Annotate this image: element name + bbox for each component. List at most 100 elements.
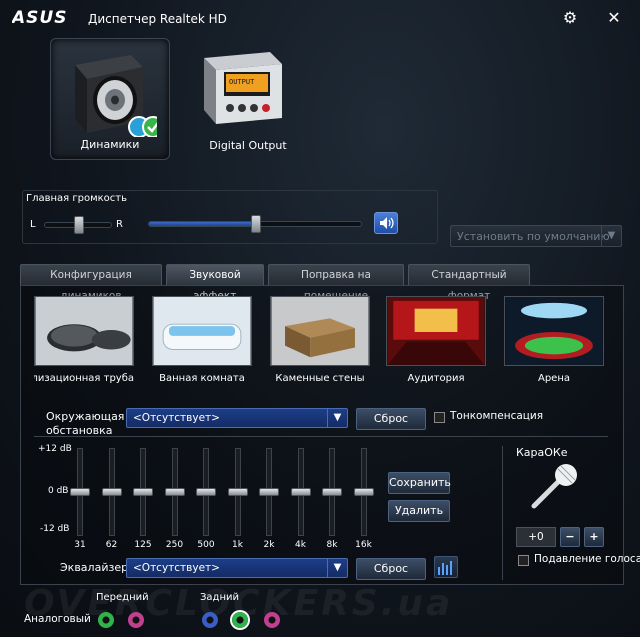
mute-button[interactable]	[374, 212, 398, 234]
volume-fill	[149, 222, 256, 226]
eq-band-label: 31	[74, 540, 86, 550]
equalizer-preset-value: <Отсутствует>	[133, 562, 220, 574]
analog-label: Аналоговый	[24, 613, 91, 625]
digital-output-icon: OUTPUT	[204, 52, 282, 124]
balance-right-label: R	[116, 219, 123, 230]
eq-band-label: 16k	[355, 540, 372, 550]
stone-walls-icon	[270, 296, 370, 366]
master-volume-thumb[interactable]	[251, 215, 261, 233]
arena-icon	[504, 296, 604, 366]
chevron-down-icon: ▼	[327, 409, 347, 427]
balance-left-label: L	[30, 219, 36, 230]
set-default-label: Установить по умолчанию	[457, 230, 610, 243]
effect-sewer-pipe[interactable]: Канализационная труба	[34, 296, 134, 390]
front-label: Передний	[96, 592, 149, 603]
device-speakers[interactable]: Динамики	[50, 38, 170, 160]
eq-band-label: 250	[165, 540, 184, 550]
rear-blue-jack-icon[interactable]	[202, 612, 218, 628]
eq-band-label: 62	[105, 540, 118, 550]
voice-cancel-checkbox[interactable]	[518, 555, 529, 566]
eq-band-thumb[interactable]	[196, 488, 216, 496]
db-top-label: +12 dB	[38, 444, 72, 454]
divider	[34, 436, 608, 437]
effect-label: Аудитория	[407, 373, 465, 384]
device-label: Динамики	[80, 138, 140, 151]
eq-band-thumb[interactable]	[227, 488, 248, 496]
equalizer-bars-icon	[438, 561, 452, 575]
rear-label: Задний	[200, 592, 239, 603]
chevron-down-icon: ▼	[601, 226, 621, 246]
close-icon[interactable]: ✕	[604, 8, 624, 28]
karaoke-value[interactable]: +0	[516, 527, 556, 547]
voice-cancel-label: Подавление голоса	[534, 553, 640, 565]
eq-band-thumb[interactable]	[290, 488, 311, 496]
effect-bathroom[interactable]: Ванная комната	[152, 296, 252, 390]
effect-stone-walls[interactable]: Каменные стены	[270, 296, 370, 390]
eq-band-thumb[interactable]	[164, 488, 185, 496]
rear-green-jack-icon[interactable]	[232, 612, 248, 628]
eq-band-thumb[interactable]	[353, 488, 374, 496]
sewer-pipe-icon	[34, 296, 134, 366]
volume-title: Главная громкость	[26, 193, 128, 204]
settings-gear-icon[interactable]: ⚙	[560, 8, 580, 28]
loudness-checkbox[interactable]	[434, 412, 445, 423]
eq-band-label: 500	[197, 540, 215, 550]
effect-label: Ванная комната	[159, 373, 245, 384]
tab-room-correction[interactable]: Поправка на помещение	[268, 264, 404, 302]
eq-band-label: 1k	[232, 540, 243, 550]
tab-speaker-config[interactable]: Конфигурация динамиков	[20, 264, 162, 302]
app-title: Диспетчер Realtek HD	[88, 12, 227, 26]
eq-band-thumb[interactable]	[101, 488, 122, 496]
tab-default-format[interactable]: Стандартный формат	[408, 264, 530, 302]
tab-sound-effects[interactable]: Звуковой эффект	[166, 264, 264, 302]
bathtub-icon	[152, 296, 252, 366]
environment-value: <Отсутствует>	[133, 412, 220, 424]
front-pink-jack-icon[interactable]	[128, 612, 144, 628]
loudness-label: Тонкомпенсация	[450, 410, 544, 422]
karaoke-plus-button[interactable]: +	[584, 527, 604, 547]
effect-auditorium[interactable]: Аудитория	[386, 296, 486, 390]
auditorium-icon	[386, 296, 486, 366]
graphic-eq-button[interactable]	[434, 556, 458, 578]
environment-label: Окружающая	[46, 410, 125, 423]
karaoke-title: КараОКе	[516, 446, 568, 459]
set-default-button[interactable]: Установить по умолчанию ▼	[450, 225, 622, 247]
svg-text:ASUS: ASUS	[12, 9, 67, 25]
eq-band-label: 2k	[263, 540, 275, 550]
balance-slider[interactable]	[44, 216, 112, 234]
karaoke-divider	[502, 446, 503, 580]
environment-reset-button[interactable]: Сброс	[356, 408, 426, 430]
equalizer-preset-select[interactable]: <Отсутствует> ▼	[126, 558, 348, 578]
effect-label: Каменные стены	[275, 373, 365, 384]
microphone-icon	[531, 464, 577, 509]
db-mid-label: 0 dB	[48, 486, 69, 496]
device-label: Digital Output	[209, 139, 287, 152]
eq-band-thumb[interactable]	[70, 488, 90, 496]
eq-band-thumb[interactable]	[322, 488, 342, 496]
chevron-down-icon: ▼	[327, 559, 347, 577]
eq-delete-button[interactable]: Удалить	[388, 500, 450, 522]
eq-save-button[interactable]: Сохранить	[388, 472, 451, 494]
speaker-icon	[75, 55, 157, 137]
effect-label: Канализационная труба	[34, 373, 134, 384]
svg-text:OUTPUT: OUTPUT	[229, 78, 255, 86]
rear-pink-jack-icon[interactable]	[264, 612, 280, 628]
eq-band-label: 125	[134, 540, 152, 550]
karaoke-minus-button[interactable]: −	[560, 527, 580, 547]
equalizer-label: Эквалайзер	[60, 561, 129, 574]
eq-band-label: 8k	[326, 540, 338, 550]
effect-label: Арена	[537, 373, 570, 384]
db-bottom-label: -12 dB	[40, 524, 70, 534]
eq-band-thumb[interactable]	[133, 488, 153, 496]
asus-logo: ASUS	[10, 8, 74, 30]
speaker-volume-icon	[380, 217, 394, 229]
eq-band-label: 4k	[295, 540, 306, 550]
eq-band-thumb[interactable]	[259, 488, 279, 496]
balance-slider-thumb[interactable]	[74, 216, 84, 234]
front-green-jack-icon[interactable]	[98, 612, 114, 628]
device-digital-output[interactable]: OUTPUT Digital Output	[188, 38, 308, 160]
equalizer-reset-button[interactable]: Сброс	[356, 558, 426, 580]
environment-select[interactable]: <Отсутствует> ▼	[126, 408, 348, 428]
effect-arena[interactable]: Арена	[504, 296, 604, 390]
master-volume-slider[interactable]	[148, 215, 362, 233]
